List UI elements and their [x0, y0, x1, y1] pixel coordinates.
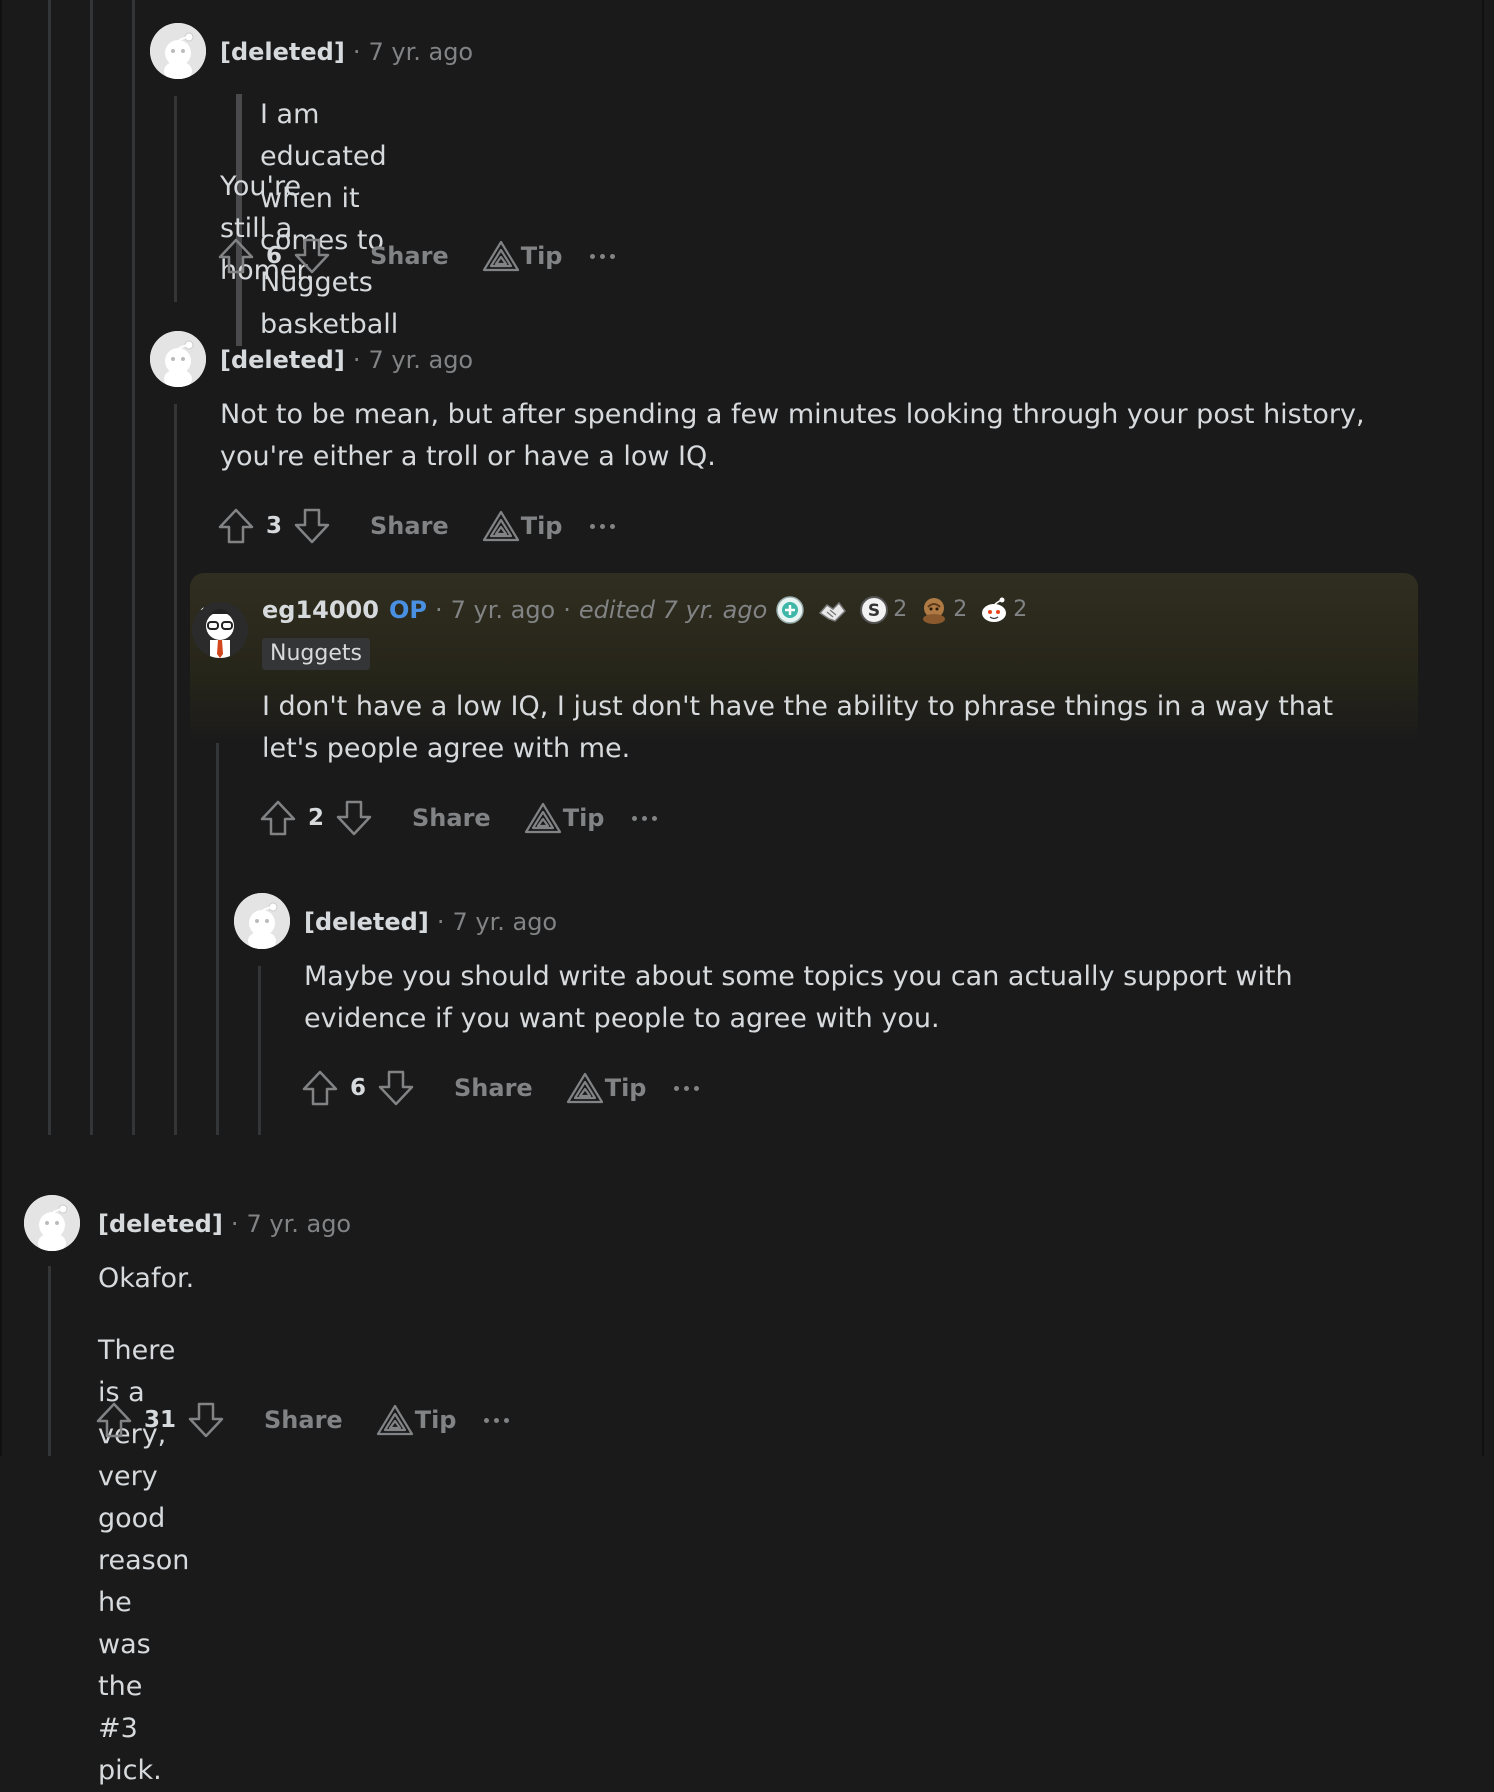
- avatar[interactable]: [150, 331, 206, 387]
- svg-text:S: S: [868, 601, 880, 621]
- facepalm-award-icon[interactable]: 2: [919, 594, 967, 626]
- upvote-icon[interactable]: [300, 1068, 340, 1108]
- handshake-award-icon[interactable]: [817, 595, 847, 625]
- share-button[interactable]: Share: [370, 242, 449, 270]
- tip-button[interactable]: Tip: [523, 801, 605, 835]
- tip-label: Tip: [520, 242, 563, 270]
- vote-score: 31: [144, 1407, 177, 1433]
- thread-rail[interactable]: [48, 0, 51, 1135]
- comment-meta: [deleted] · 7 yr. ago: [220, 344, 473, 376]
- thread-rail[interactable]: [174, 404, 177, 1135]
- award-count: 2: [1013, 597, 1028, 622]
- upvote-icon[interactable]: [258, 798, 298, 838]
- user-flair: Nuggets: [262, 638, 370, 670]
- thread-rail[interactable]: [174, 96, 177, 302]
- more-options-icon[interactable]: [674, 1085, 700, 1091]
- avatar[interactable]: [150, 23, 206, 79]
- vote-score: 6: [266, 243, 283, 269]
- award-count: 2: [893, 597, 908, 622]
- vote-score: 6: [350, 1075, 367, 1101]
- thread-rail[interactable]: [48, 1266, 51, 1456]
- separator: ·: [352, 346, 361, 374]
- downvote-icon[interactable]: [292, 506, 332, 546]
- share-button[interactable]: Share: [370, 512, 449, 540]
- tip-label: Tip: [562, 804, 605, 832]
- tip-button[interactable]: Tip: [375, 1403, 457, 1437]
- op-avatar[interactable]: [192, 602, 248, 658]
- downvote-icon[interactable]: [292, 236, 332, 276]
- tip-label: Tip: [414, 1406, 457, 1434]
- more-options-icon[interactable]: [484, 1417, 510, 1423]
- downvote-icon[interactable]: [334, 798, 374, 838]
- comment-text: Okafor.: [98, 1263, 195, 1294]
- award-count: 2: [953, 597, 968, 622]
- author-name[interactable]: eg14000: [262, 594, 379, 626]
- share-button[interactable]: Share: [264, 1406, 343, 1434]
- tip-icon: [524, 802, 561, 834]
- separator: ·: [352, 38, 361, 66]
- more-options-icon[interactable]: [632, 815, 658, 821]
- separator: ·: [434, 596, 443, 624]
- author-name[interactable]: [deleted]: [220, 344, 345, 376]
- op-badge: OP: [388, 596, 427, 624]
- comment-meta: [deleted] · 7 yr. ago: [220, 36, 473, 68]
- avatar[interactable]: [24, 1195, 80, 1251]
- share-button[interactable]: Share: [454, 1074, 533, 1102]
- comment-text: Not to be mean, but after spending a few…: [220, 399, 1365, 472]
- helpful-award-icon[interactable]: [775, 595, 805, 625]
- downvote-icon[interactable]: [186, 1400, 226, 1440]
- separator: ·: [563, 596, 571, 624]
- silver-award-icon[interactable]: S 2: [859, 594, 907, 626]
- author-name[interactable]: [deleted]: [98, 1208, 223, 1240]
- thread-rail[interactable]: [258, 966, 261, 1135]
- tip-icon: [482, 240, 519, 272]
- share-button[interactable]: Share: [412, 804, 491, 832]
- downvote-icon[interactable]: [376, 1068, 416, 1108]
- tip-button[interactable]: Tip: [481, 239, 563, 273]
- comment-actions: 6 Share Tip: [216, 236, 616, 276]
- upvote-icon[interactable]: [216, 506, 256, 546]
- comment-actions: 6 Share Tip: [300, 1068, 700, 1108]
- thread-rail[interactable]: [132, 0, 135, 1135]
- comment-meta: [deleted] · 7 yr. ago: [304, 906, 557, 938]
- author-name[interactable]: [deleted]: [304, 906, 429, 938]
- tip-icon: [376, 1404, 413, 1436]
- vote-score: 3: [266, 513, 283, 539]
- tip-button[interactable]: Tip: [481, 509, 563, 543]
- tip-icon: [482, 510, 519, 542]
- upvote-icon[interactable]: [216, 236, 256, 276]
- timestamp[interactable]: 7 yr. ago: [452, 906, 557, 938]
- comment-actions: 3 Share Tip: [216, 506, 616, 546]
- timestamp[interactable]: 7 yr. ago: [368, 344, 473, 376]
- snoo-award-icon[interactable]: 2: [979, 594, 1027, 626]
- more-options-icon[interactable]: [590, 523, 616, 529]
- comment-actions: 31 Share Tip: [94, 1400, 510, 1440]
- comment-meta: [deleted] · 7 yr. ago: [98, 1208, 351, 1240]
- vote-score: 2: [308, 805, 325, 831]
- comment-text: I don't have a low IQ, I just don't have…: [262, 691, 1334, 764]
- more-options-icon[interactable]: [590, 253, 616, 259]
- right-edge: [1482, 0, 1484, 1456]
- separator: ·: [230, 1210, 239, 1238]
- timestamp[interactable]: 7 yr. ago: [246, 1208, 351, 1240]
- tip-button[interactable]: Tip: [565, 1071, 647, 1105]
- comment-actions: 2 Share Tip: [258, 798, 658, 838]
- comment-meta: eg14000 OP · 7 yr. ago · edited 7 yr. ag…: [262, 594, 1027, 626]
- left-edge: [0, 0, 2, 1456]
- edited-label: edited 7 yr. ago: [578, 596, 768, 624]
- thread-rail[interactable]: [90, 0, 93, 1135]
- upvote-icon[interactable]: [94, 1400, 134, 1440]
- timestamp[interactable]: 7 yr. ago: [368, 36, 473, 68]
- tip-icon: [566, 1072, 603, 1104]
- avatar[interactable]: [234, 893, 290, 949]
- tip-label: Tip: [520, 512, 563, 540]
- comment-text: Maybe you should write about some topics…: [304, 961, 1293, 1034]
- author-name[interactable]: [deleted]: [220, 36, 345, 68]
- timestamp[interactable]: 7 yr. ago: [451, 594, 556, 626]
- separator: ·: [436, 908, 445, 936]
- tip-label: Tip: [604, 1074, 647, 1102]
